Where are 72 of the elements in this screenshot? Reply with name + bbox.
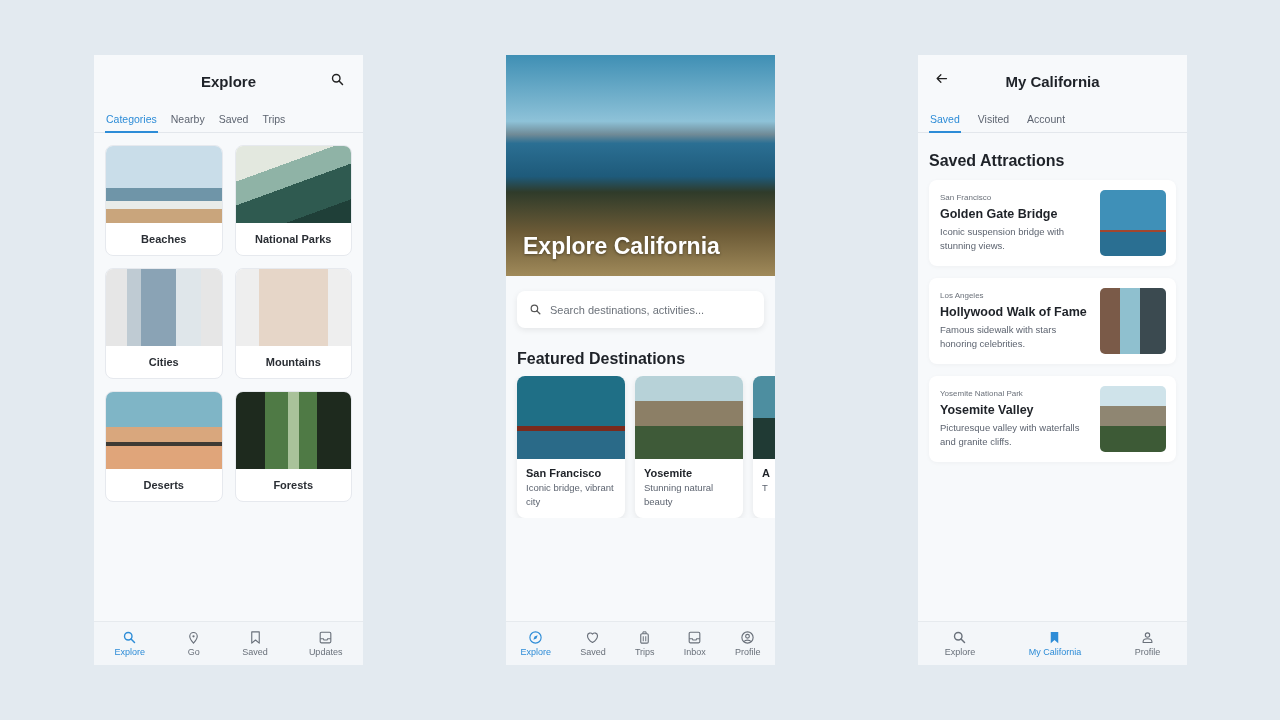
category-label: Cities xyxy=(147,355,180,370)
nav-tab[interactable]: Profile xyxy=(730,628,765,659)
category-card[interactable]: Cities xyxy=(105,268,223,379)
category-label: Mountains xyxy=(264,355,322,370)
person-icon xyxy=(1140,630,1155,645)
nav-tab[interactable]: Inbox xyxy=(679,628,710,659)
destination-card[interactable]: San Francisco Iconic bridge, vibrant city xyxy=(517,376,625,518)
attraction-location: Yosemite National Park xyxy=(940,389,1024,398)
search-icon xyxy=(952,630,968,645)
category-card[interactable]: Beaches xyxy=(105,145,223,256)
nav-tab[interactable]: Trips xyxy=(630,628,659,659)
tab[interactable]: Trips xyxy=(261,103,287,133)
attraction-description: Iconic suspension bridge with stunning views. xyxy=(940,225,1066,253)
nav-tab[interactable]: Saved xyxy=(576,628,610,659)
user-circle-icon xyxy=(740,630,756,645)
tab[interactable]: Saved xyxy=(929,103,961,133)
destination-title: San Francisco xyxy=(526,467,603,479)
nav-tab[interactable]: Updates xyxy=(304,628,347,659)
attraction-name: Golden Gate Bridge xyxy=(940,206,1059,222)
heart-icon xyxy=(585,630,601,645)
nav-tab[interactable]: Explore xyxy=(940,628,980,659)
nav-tab[interactable]: Saved xyxy=(238,628,272,659)
search-icon[interactable] xyxy=(330,72,345,87)
tab[interactable]: Saved xyxy=(217,103,250,133)
photo-placeholder xyxy=(1100,288,1166,354)
category-label: National Parks xyxy=(254,232,333,247)
nav-tab[interactable]: My California xyxy=(1024,628,1086,659)
section-title: Saved Attractions xyxy=(929,152,1066,170)
destination-description: T xyxy=(762,481,769,495)
category-card[interactable]: Forests xyxy=(234,391,352,502)
tab[interactable]: Visited xyxy=(976,103,1011,133)
nav-tab[interactable]: Explore xyxy=(516,628,556,659)
attraction-card[interactable]: San Francisco Golden Gate Bridge Iconic suspension bridge with stunning views. xyxy=(929,180,1176,266)
destination-title: A xyxy=(762,467,771,479)
attraction-name: Yosemite Valley xyxy=(940,402,1035,418)
inbox-tray-icon xyxy=(318,630,334,645)
tab[interactable]: Account xyxy=(1026,103,1067,133)
search-icon xyxy=(529,303,542,316)
compass-icon xyxy=(528,630,544,645)
attraction-name: Hollywood Walk of Fame xyxy=(940,304,1088,320)
destination-card[interactable]: Yosemite Stunning natural beauty xyxy=(635,376,743,518)
category-label: Beaches xyxy=(140,232,188,247)
inbox-tray-icon xyxy=(687,630,703,645)
hero-title: Explore California xyxy=(523,233,720,260)
nav-tab[interactable]: Explore xyxy=(110,628,150,659)
photo-placeholder xyxy=(1100,386,1166,452)
attraction-card[interactable]: Los Angeles Hollywood Walk of Fame Famous sidewalk with stars honoring celebrities. xyxy=(929,278,1176,364)
category-label: Forests xyxy=(272,478,315,493)
screen-title: My California xyxy=(1005,72,1100,90)
destination-description: Iconic bridge, vibrant city xyxy=(526,481,615,509)
attraction-location: Los Angeles xyxy=(940,291,985,300)
category-card[interactable]: National Parks xyxy=(234,145,352,256)
search-icon xyxy=(122,630,138,645)
category-card[interactable]: Mountains xyxy=(234,268,352,379)
section-title: Featured Destinations xyxy=(517,350,687,368)
category-card[interactable]: Deserts xyxy=(105,391,223,502)
destination-card[interactable]: A T xyxy=(753,376,775,518)
screen-title: Explore xyxy=(201,72,256,90)
tab[interactable]: Categories xyxy=(105,103,158,133)
nav-tab[interactable]: Go xyxy=(182,628,206,659)
attraction-description: Famous sidewalk with stars honoring celebrities. xyxy=(940,323,1058,351)
destination-title: Yosemite xyxy=(644,467,694,479)
photo-placeholder xyxy=(1100,190,1166,256)
destination-description: Stunning natural beauty xyxy=(644,481,715,509)
nav-tab[interactable]: Profile xyxy=(1130,628,1165,659)
search-field[interactable]: Search destinations, activities... xyxy=(517,291,764,328)
attraction-description: Picturesque valley with waterfalls and granite cliffs. xyxy=(940,421,1081,449)
category-label: Deserts xyxy=(142,478,185,493)
attraction-card[interactable]: Yosemite National Park Yosemite Valley Picturesque valley with waterfalls and granite cliffs. xyxy=(929,376,1176,462)
tab[interactable]: Nearby xyxy=(169,103,206,133)
back-arrow-icon[interactable] xyxy=(934,71,949,86)
attraction-location: San Francisco xyxy=(940,193,993,202)
